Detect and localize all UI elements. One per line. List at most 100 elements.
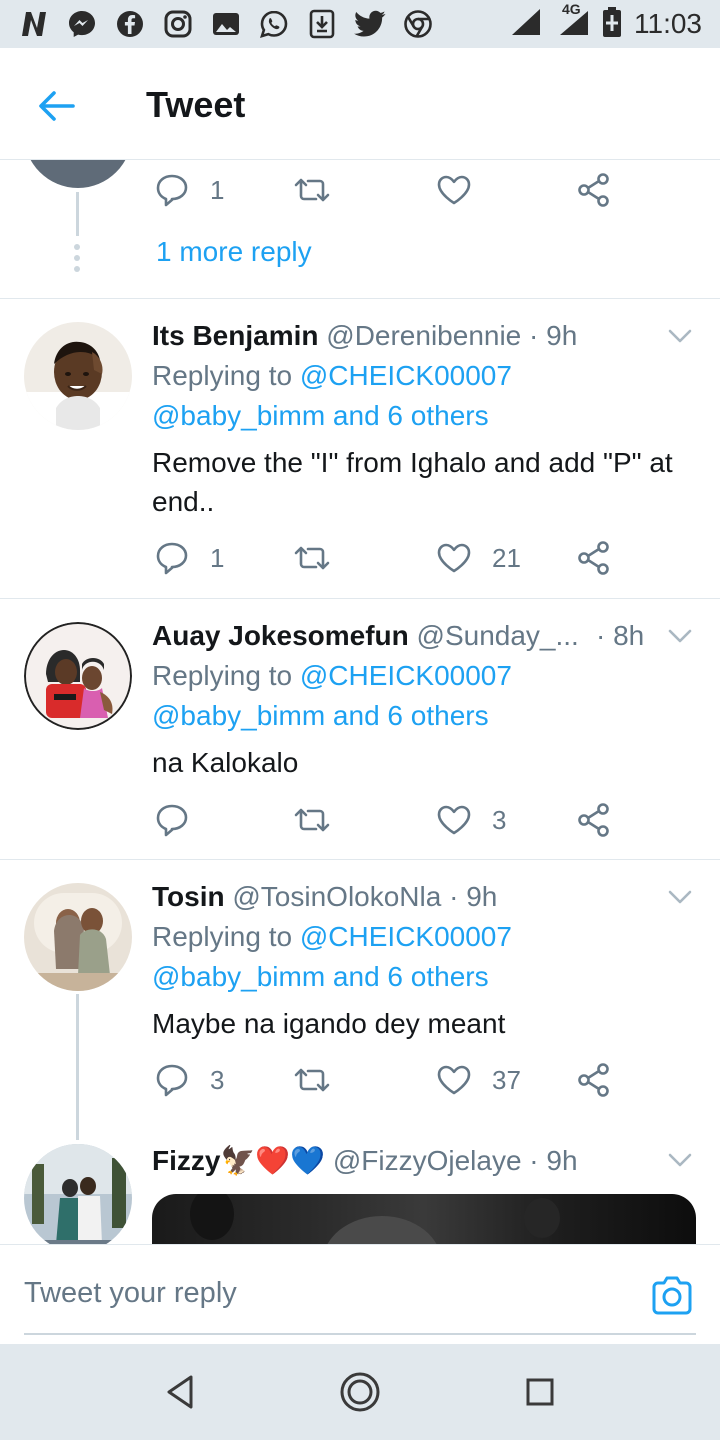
tweet-header: Tosin @TosinOlokoNla · 9h: [152, 881, 497, 913]
share-icon: [578, 1063, 609, 1097]
display-name[interactable]: Fizzy🦅❤️💙: [152, 1145, 325, 1176]
system-nav-bar: [0, 1344, 720, 1440]
avatar[interactable]: [24, 1144, 132, 1244]
timestamp: · 8h: [596, 620, 645, 651]
twitter-icon: [354, 8, 386, 40]
replying-to-prefix: Replying to: [152, 660, 293, 691]
reply-feed[interactable]: 1 1 more reply Its Benjamin @Derenibenni…: [0, 160, 720, 1244]
retweet-icon: [294, 808, 330, 832]
share-icon: [578, 803, 609, 837]
mention-link[interactable]: @CHEICK00007: [300, 360, 512, 391]
username[interactable]: @FizzyOjelaye: [333, 1145, 522, 1176]
chevron-down-icon[interactable]: [666, 622, 694, 650]
username[interactable]: @TosinOlokoNla: [232, 881, 441, 912]
like-button[interactable]: 3: [434, 800, 506, 840]
like-button[interactable]: 37: [434, 1060, 521, 1100]
like-button[interactable]: 21: [434, 538, 521, 578]
replying-to: Replying to @CHEICK00007: [152, 656, 512, 696]
tweet-media-image[interactable]: [152, 1194, 696, 1244]
display-name[interactable]: Auay Jokesomefun: [152, 620, 409, 651]
camera-icon: [652, 1276, 692, 1315]
like-count: 21: [492, 542, 521, 573]
username[interactable]: @Derenibennie: [326, 320, 521, 351]
more-replies-link[interactable]: 1 more reply: [156, 236, 312, 268]
nav-back-button[interactable]: [158, 1370, 202, 1414]
nav-recents-button[interactable]: [518, 1370, 562, 1414]
tweet-header: Its Benjamin @Derenibennie · 9h: [152, 320, 577, 352]
retweet-button[interactable]: [292, 538, 332, 578]
mention-others-link[interactable]: @baby_bimm and 6 others: [152, 400, 489, 431]
camera-button[interactable]: [648, 1273, 696, 1317]
retweet-button[interactable]: [292, 170, 332, 210]
heart-icon: [437, 175, 471, 205]
reply-icon: [156, 1064, 188, 1097]
reply-button[interactable]: 1: [152, 170, 224, 210]
tweet-actions: 3 37: [152, 1060, 632, 1100]
retweet-icon: [294, 546, 330, 570]
replying-to-others: @baby_bimm and 6 others: [152, 396, 489, 436]
mention-link[interactable]: @CHEICK00007: [300, 660, 512, 691]
thread-line: [76, 192, 79, 236]
display-name[interactable]: Tosin: [152, 881, 225, 912]
share-button[interactable]: [574, 1060, 614, 1100]
replying-to: Replying to @CHEICK00007: [152, 356, 512, 396]
input-underline: [24, 1333, 696, 1335]
tweet-text: na Kalokalo: [152, 747, 299, 778]
network-type-label: 4G: [562, 0, 581, 17]
heart-icon: [437, 1065, 471, 1095]
replying-to-others: @baby_bimm and 6 others: [152, 957, 489, 997]
username[interactable]: @Sunday_...: [417, 620, 579, 651]
reply-button[interactable]: [152, 800, 210, 840]
mention-link[interactable]: @CHEICK00007: [300, 921, 512, 952]
reply-input[interactable]: Tweet your reply: [24, 1277, 237, 1310]
share-button[interactable]: [574, 538, 614, 578]
reply-button[interactable]: 1: [152, 538, 224, 578]
reply-icon: [156, 174, 188, 207]
reply-count: 1: [210, 174, 225, 205]
reply-icon: [156, 542, 188, 575]
avatar[interactable]: [24, 883, 132, 991]
whatsapp-icon: [258, 8, 290, 40]
avatar[interactable]: [24, 160, 132, 188]
chrome-icon: [402, 8, 434, 40]
retweet-icon: [294, 178, 330, 202]
compose-bar: Tweet your reply: [0, 1244, 720, 1344]
tweet-header: Auay Jokesomefun @Sunday_...: [152, 620, 579, 652]
instagram-icon: [162, 8, 194, 40]
tweet-text: Remove the "I" from Ighalo and add "P" a…: [152, 447, 673, 517]
chevron-down-icon[interactable]: [666, 1146, 694, 1174]
timestamp: · 9h: [529, 1145, 578, 1176]
divider: [0, 859, 720, 860]
back-button[interactable]: [34, 84, 78, 128]
share-button[interactable]: [574, 170, 614, 210]
chevron-down-icon[interactable]: [666, 322, 694, 350]
replying-to-prefix: Replying to: [152, 921, 293, 952]
like-count: 37: [492, 1064, 521, 1095]
retweet-button[interactable]: [292, 1060, 332, 1100]
arrow-left-icon: [39, 91, 75, 121]
retweet-icon: [294, 1068, 330, 1092]
avatar[interactable]: [24, 322, 132, 430]
tweet-actions: 1: [152, 170, 632, 210]
divider: [0, 598, 720, 599]
reply-button[interactable]: 3: [152, 1060, 224, 1100]
app-header: Tweet: [0, 48, 720, 160]
mention-others-link[interactable]: @baby_bimm and 6 others: [152, 700, 489, 731]
square-recents-icon: [526, 1378, 554, 1406]
thread-dots: [74, 244, 80, 277]
divider: [0, 298, 720, 299]
retweet-button[interactable]: [292, 800, 332, 840]
facebook-icon: [114, 8, 146, 40]
display-name[interactable]: Its Benjamin: [152, 320, 318, 351]
signal-icon: [510, 7, 544, 42]
circle-home-icon: [340, 1372, 380, 1412]
mention-others-link[interactable]: @baby_bimm and 6 others: [152, 961, 489, 992]
share-icon: [578, 541, 609, 575]
nav-home-button[interactable]: [338, 1370, 382, 1414]
share-button[interactable]: [574, 800, 614, 840]
like-button[interactable]: [434, 170, 474, 210]
like-count: 3: [492, 804, 507, 835]
thread-line: [76, 994, 79, 1140]
chevron-down-icon[interactable]: [666, 883, 694, 911]
avatar[interactable]: [24, 622, 132, 730]
